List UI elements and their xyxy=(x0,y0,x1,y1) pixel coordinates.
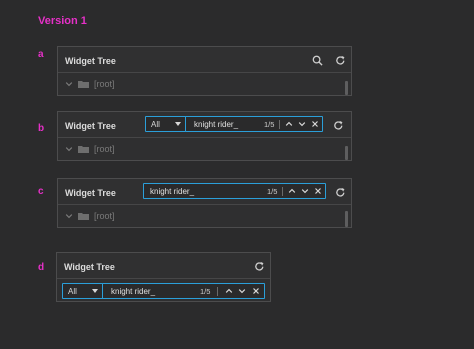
divider xyxy=(282,186,283,196)
tree-root-label: [root] xyxy=(94,211,115,221)
variant-label-d: d xyxy=(38,262,45,273)
panel-title: Widget Tree xyxy=(65,56,116,66)
search-icon[interactable] xyxy=(310,53,324,67)
widget-tree-panel-c: Widget Tree knight rider_ 1/5 [root] xyxy=(57,178,352,228)
search-count: 1/5 xyxy=(267,186,278,196)
close-icon[interactable] xyxy=(311,120,319,128)
folder-icon xyxy=(78,81,89,88)
caret-down-icon xyxy=(175,122,181,126)
chevron-up-icon[interactable] xyxy=(285,120,293,128)
filter-value: All xyxy=(151,119,160,129)
scrollbar[interactable] xyxy=(345,211,348,227)
variant-label-a: a xyxy=(38,49,44,60)
panel-title: Widget Tree xyxy=(65,121,116,131)
close-icon[interactable] xyxy=(252,287,260,295)
search-input[interactable]: knight rider_ xyxy=(150,187,194,196)
panel-title: Widget Tree xyxy=(65,188,116,198)
search-input[interactable]: knight rider_ xyxy=(194,120,238,129)
divider xyxy=(279,119,280,129)
chevron-up-icon[interactable] xyxy=(288,187,296,195)
chevron-down-icon[interactable] xyxy=(301,187,309,195)
widget-tree-panel-d: Widget Tree All knight rider_ 1/5 xyxy=(56,252,271,302)
refresh-icon[interactable] xyxy=(252,259,266,273)
filter-dropdown[interactable]: All xyxy=(145,116,186,132)
tree-root-label: [root] xyxy=(94,79,115,89)
tree-row-root[interactable]: [root] xyxy=(65,144,115,154)
panel-title: Widget Tree xyxy=(64,262,115,272)
panel-header: Widget Tree xyxy=(57,253,270,279)
search-count: 1/5 xyxy=(264,119,275,129)
refresh-icon[interactable] xyxy=(331,118,345,132)
widget-tree-panel-b: Widget Tree All knight rider_ 1/5 [root] xyxy=(57,111,352,161)
refresh-icon[interactable] xyxy=(333,185,347,199)
search-bar[interactable]: knight rider_ 1/5 xyxy=(185,116,323,132)
chevron-down-icon[interactable] xyxy=(298,120,306,128)
filter-dropdown[interactable]: All xyxy=(62,283,103,299)
variant-label-b: b xyxy=(38,123,45,134)
search-count: 1/5 xyxy=(200,286,211,296)
tree-root-label: [root] xyxy=(94,144,115,154)
scrollbar[interactable] xyxy=(345,81,348,95)
panel-header: Widget Tree xyxy=(58,47,351,73)
variant-label-c: c xyxy=(38,186,44,197)
chevron-down-icon[interactable] xyxy=(238,287,246,295)
chevron-down-icon[interactable] xyxy=(65,145,73,153)
version-title: Version 1 xyxy=(38,15,87,27)
caret-down-icon xyxy=(92,289,98,293)
tree-row-root[interactable]: [root] xyxy=(65,79,115,89)
widget-tree-panel-a: Widget Tree [root] xyxy=(57,46,352,96)
tree-row-root[interactable]: [root] xyxy=(65,211,115,221)
refresh-icon[interactable] xyxy=(333,53,347,67)
chevron-up-icon[interactable] xyxy=(225,287,233,295)
search-bar[interactable]: knight rider_ 1/5 xyxy=(102,283,265,299)
divider xyxy=(217,286,218,296)
chevron-down-icon[interactable] xyxy=(65,80,73,88)
scrollbar[interactable] xyxy=(345,146,348,160)
panel-header: Widget Tree All knight rider_ 1/5 xyxy=(58,112,351,138)
search-bar[interactable]: knight rider_ 1/5 xyxy=(143,183,326,199)
folder-icon xyxy=(78,146,89,153)
chevron-down-icon[interactable] xyxy=(65,212,73,220)
folder-icon xyxy=(78,213,89,220)
panel-header: Widget Tree knight rider_ 1/5 xyxy=(58,179,351,205)
close-icon[interactable] xyxy=(314,187,322,195)
filter-value: All xyxy=(68,286,77,296)
search-input[interactable]: knight rider_ xyxy=(111,287,155,296)
